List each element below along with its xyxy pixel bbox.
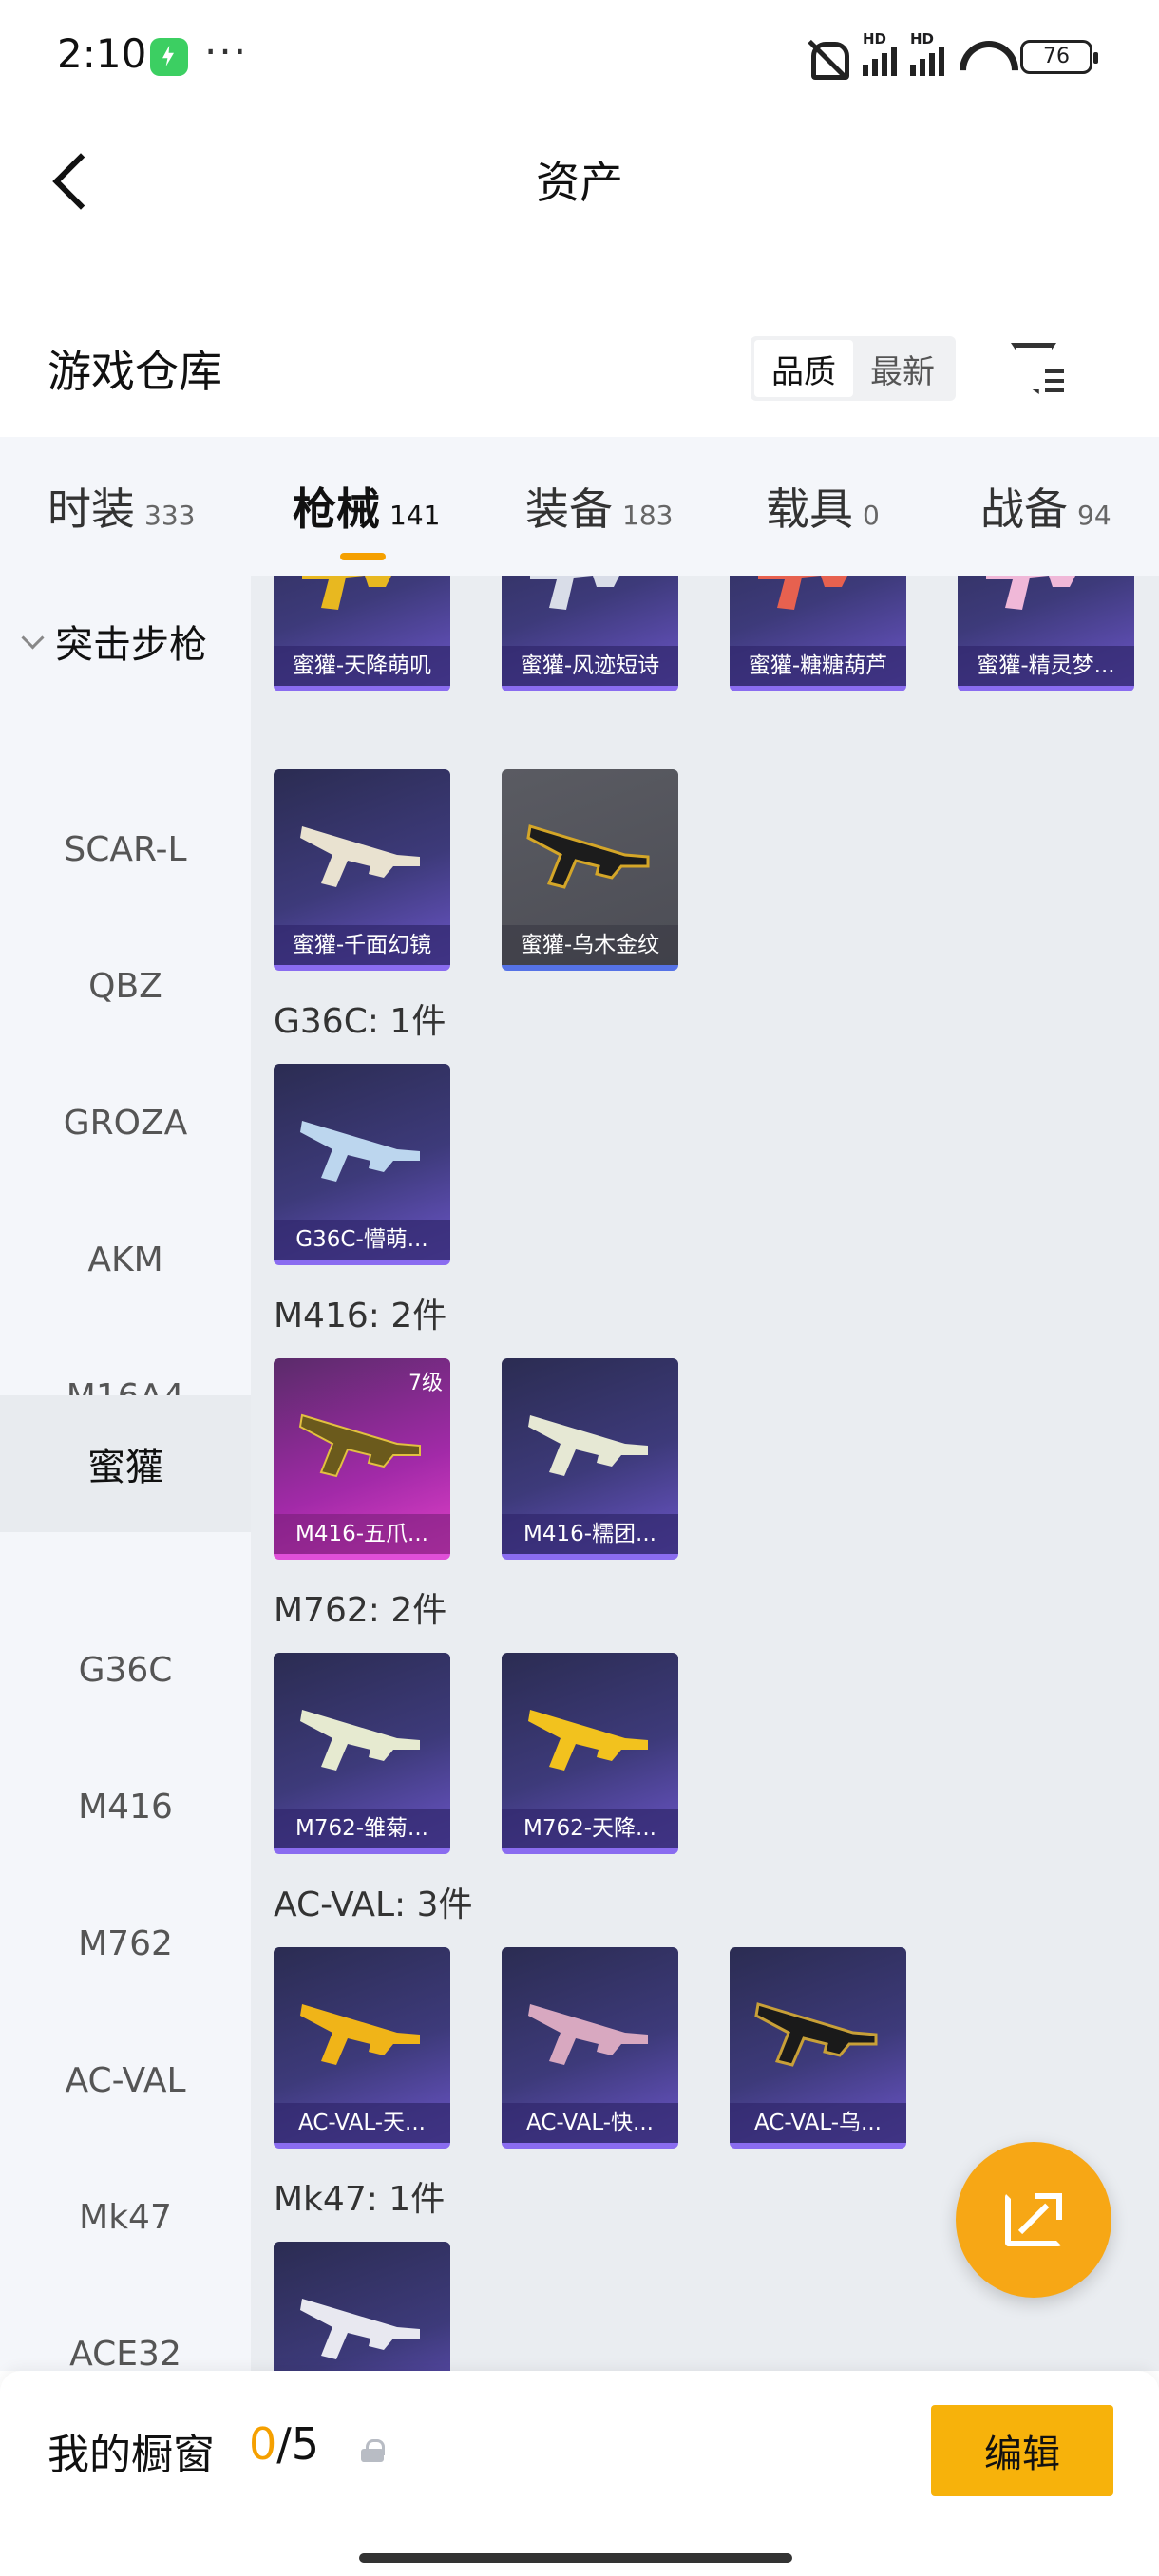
filter-icon[interactable] (1007, 337, 1068, 398)
sidebar-item-ace32[interactable]: ACE32 (0, 2285, 251, 2372)
rifle-skin-icon (300, 2299, 420, 2359)
chevron-down-icon (19, 628, 46, 654)
weapon-card[interactable]: M762-雏菊... (274, 1653, 450, 1854)
rifle-skin-icon (528, 1415, 648, 1476)
showcase-bar: 我的橱窗 0/5 编辑 (0, 2371, 1159, 2576)
rifle-skin-icon (298, 1413, 421, 1478)
share-icon (1005, 2193, 1062, 2246)
showcase-count: 0/5 (249, 2418, 320, 2470)
tab-equipment[interactable]: 装备 183 (525, 475, 673, 538)
rifle-skin-icon (300, 1710, 420, 1771)
weapon-card[interactable]: 蜜獾-精灵梦... (958, 576, 1134, 691)
weapon-card[interactable] (274, 2242, 450, 2371)
page-title: 资产 (536, 157, 623, 208)
weapon-card[interactable]: 蜜獾-天降萌叽 (274, 576, 450, 691)
wifi-icon (958, 37, 1007, 77)
warehouse-title: 游戏仓库 (48, 346, 222, 397)
weapon-card[interactable]: 蜜獾-千面幻镜 (274, 769, 450, 971)
signal-icon-1: HD (863, 30, 897, 76)
rifle-skin-icon (758, 576, 847, 610)
sidebar-item-akm[interactable]: AKM (0, 1191, 251, 1328)
sidebar-item-g36c[interactable]: G36C (0, 1601, 251, 1738)
weapon-card[interactable]: M762-天降... (502, 1653, 678, 1854)
sidebar-item-ac-val[interactable]: AC-VAL (0, 2012, 251, 2149)
sidebar-item-qbz[interactable]: QBZ (0, 918, 251, 1054)
weapon-card[interactable]: AC-VAL-快... (502, 1947, 678, 2149)
sort-toggle[interactable]: 品质 最新 (750, 336, 956, 401)
status-bar: 2:10 ··· HD HD 76 (0, 0, 1159, 114)
sidebar-item-honey-badger[interactable]: 蜜獾 (0, 1395, 251, 1532)
weapon-card[interactable]: 蜜獾-糖糖葫芦 (730, 576, 906, 691)
showcase-label: 我的橱窗 (48, 2431, 215, 2479)
weapon-card[interactable]: 蜜獾-乌木金纹 (502, 769, 678, 971)
weapon-grid: 蜜獾-天降萌叽 蜜獾-风迹短诗 蜜獾-糖糖葫芦 蜜獾-精灵梦... 蜜獾-千面幻… (251, 576, 1159, 2371)
tab-fashion[interactable]: 时装 333 (48, 475, 195, 538)
rifle-skin-icon (300, 2004, 420, 2065)
weapon-card[interactable]: AC-VAL-乌... (730, 1947, 906, 2149)
sort-option-newest[interactable]: 最新 (853, 340, 952, 397)
tab-supplies[interactable]: 战备 94 (980, 475, 1112, 538)
group-label-ac-val: AC-VAL: 3件 (274, 1885, 473, 1924)
weapon-card[interactable]: G36C-懵萌... (274, 1064, 450, 1265)
mute-icon (804, 36, 849, 80)
status-time: 2:10 (57, 30, 147, 77)
battery-icon: 76 (1020, 40, 1098, 74)
level-badge: 7级 (408, 1372, 443, 1395)
sidebar-item-m762[interactable]: M762 (0, 1875, 251, 2012)
sidebar-item-mk47[interactable]: Mk47 (0, 2149, 251, 2285)
sidebar-group-assault-rifle[interactable]: 突击步枪 (19, 614, 207, 669)
home-indicator[interactable] (359, 2553, 792, 2563)
rifle-skin-icon (986, 576, 1075, 610)
rifle-skin-icon (528, 2004, 648, 2065)
weapon-card[interactable]: AC-VAL-天... (274, 1947, 450, 2149)
group-label-mk47: Mk47: 1件 (274, 2180, 446, 2219)
sort-option-quality[interactable]: 品质 (754, 340, 853, 397)
weapon-type-sidebar: 突击步枪 SCAR-L QBZ GROZA AKM M16A4 蜜獾 G36C … (0, 576, 251, 2371)
active-tab-indicator (340, 553, 386, 560)
edit-button[interactable]: 编辑 (931, 2405, 1113, 2496)
weapon-card[interactable]: 7级 M416-五爪... (274, 1358, 450, 1560)
rifle-skin-icon (526, 824, 650, 889)
sidebar-item-groza[interactable]: GROZA (0, 1054, 251, 1191)
rifle-skin-icon (300, 826, 420, 887)
more-notifications-icon: ··· (204, 28, 249, 75)
rifle-skin-icon (754, 2002, 878, 2067)
weapon-card[interactable]: M416-糯团... (502, 1358, 678, 1560)
category-tabs: 时装 333 枪械 141 装备 183 载具 0 战备 94 (0, 437, 1159, 576)
signal-icon-2: HD (910, 30, 944, 76)
weapon-card[interactable]: 蜜獾-风迹短诗 (502, 576, 678, 691)
share-button[interactable] (956, 2142, 1112, 2298)
group-label-m416: M416: 2件 (274, 1297, 447, 1335)
battery-saver-icon (150, 38, 188, 76)
rifle-skin-icon (300, 1121, 420, 1182)
group-label-m762: M762: 2件 (274, 1591, 447, 1630)
lock-icon (361, 2439, 385, 2462)
group-label-g36c: G36C: 1件 (274, 1002, 446, 1041)
sidebar-item-scar-l[interactable]: SCAR-L (0, 781, 251, 918)
sidebar-item-m416[interactable]: M416 (0, 1738, 251, 1875)
tab-firearms[interactable]: 枪械 141 (293, 475, 440, 560)
rifle-skin-icon (530, 576, 619, 610)
rifle-skin-icon (302, 576, 391, 610)
rifle-skin-icon (528, 1710, 648, 1771)
tab-vehicles[interactable]: 载具 0 (766, 475, 880, 538)
title-bar: 资产 (0, 123, 1159, 237)
